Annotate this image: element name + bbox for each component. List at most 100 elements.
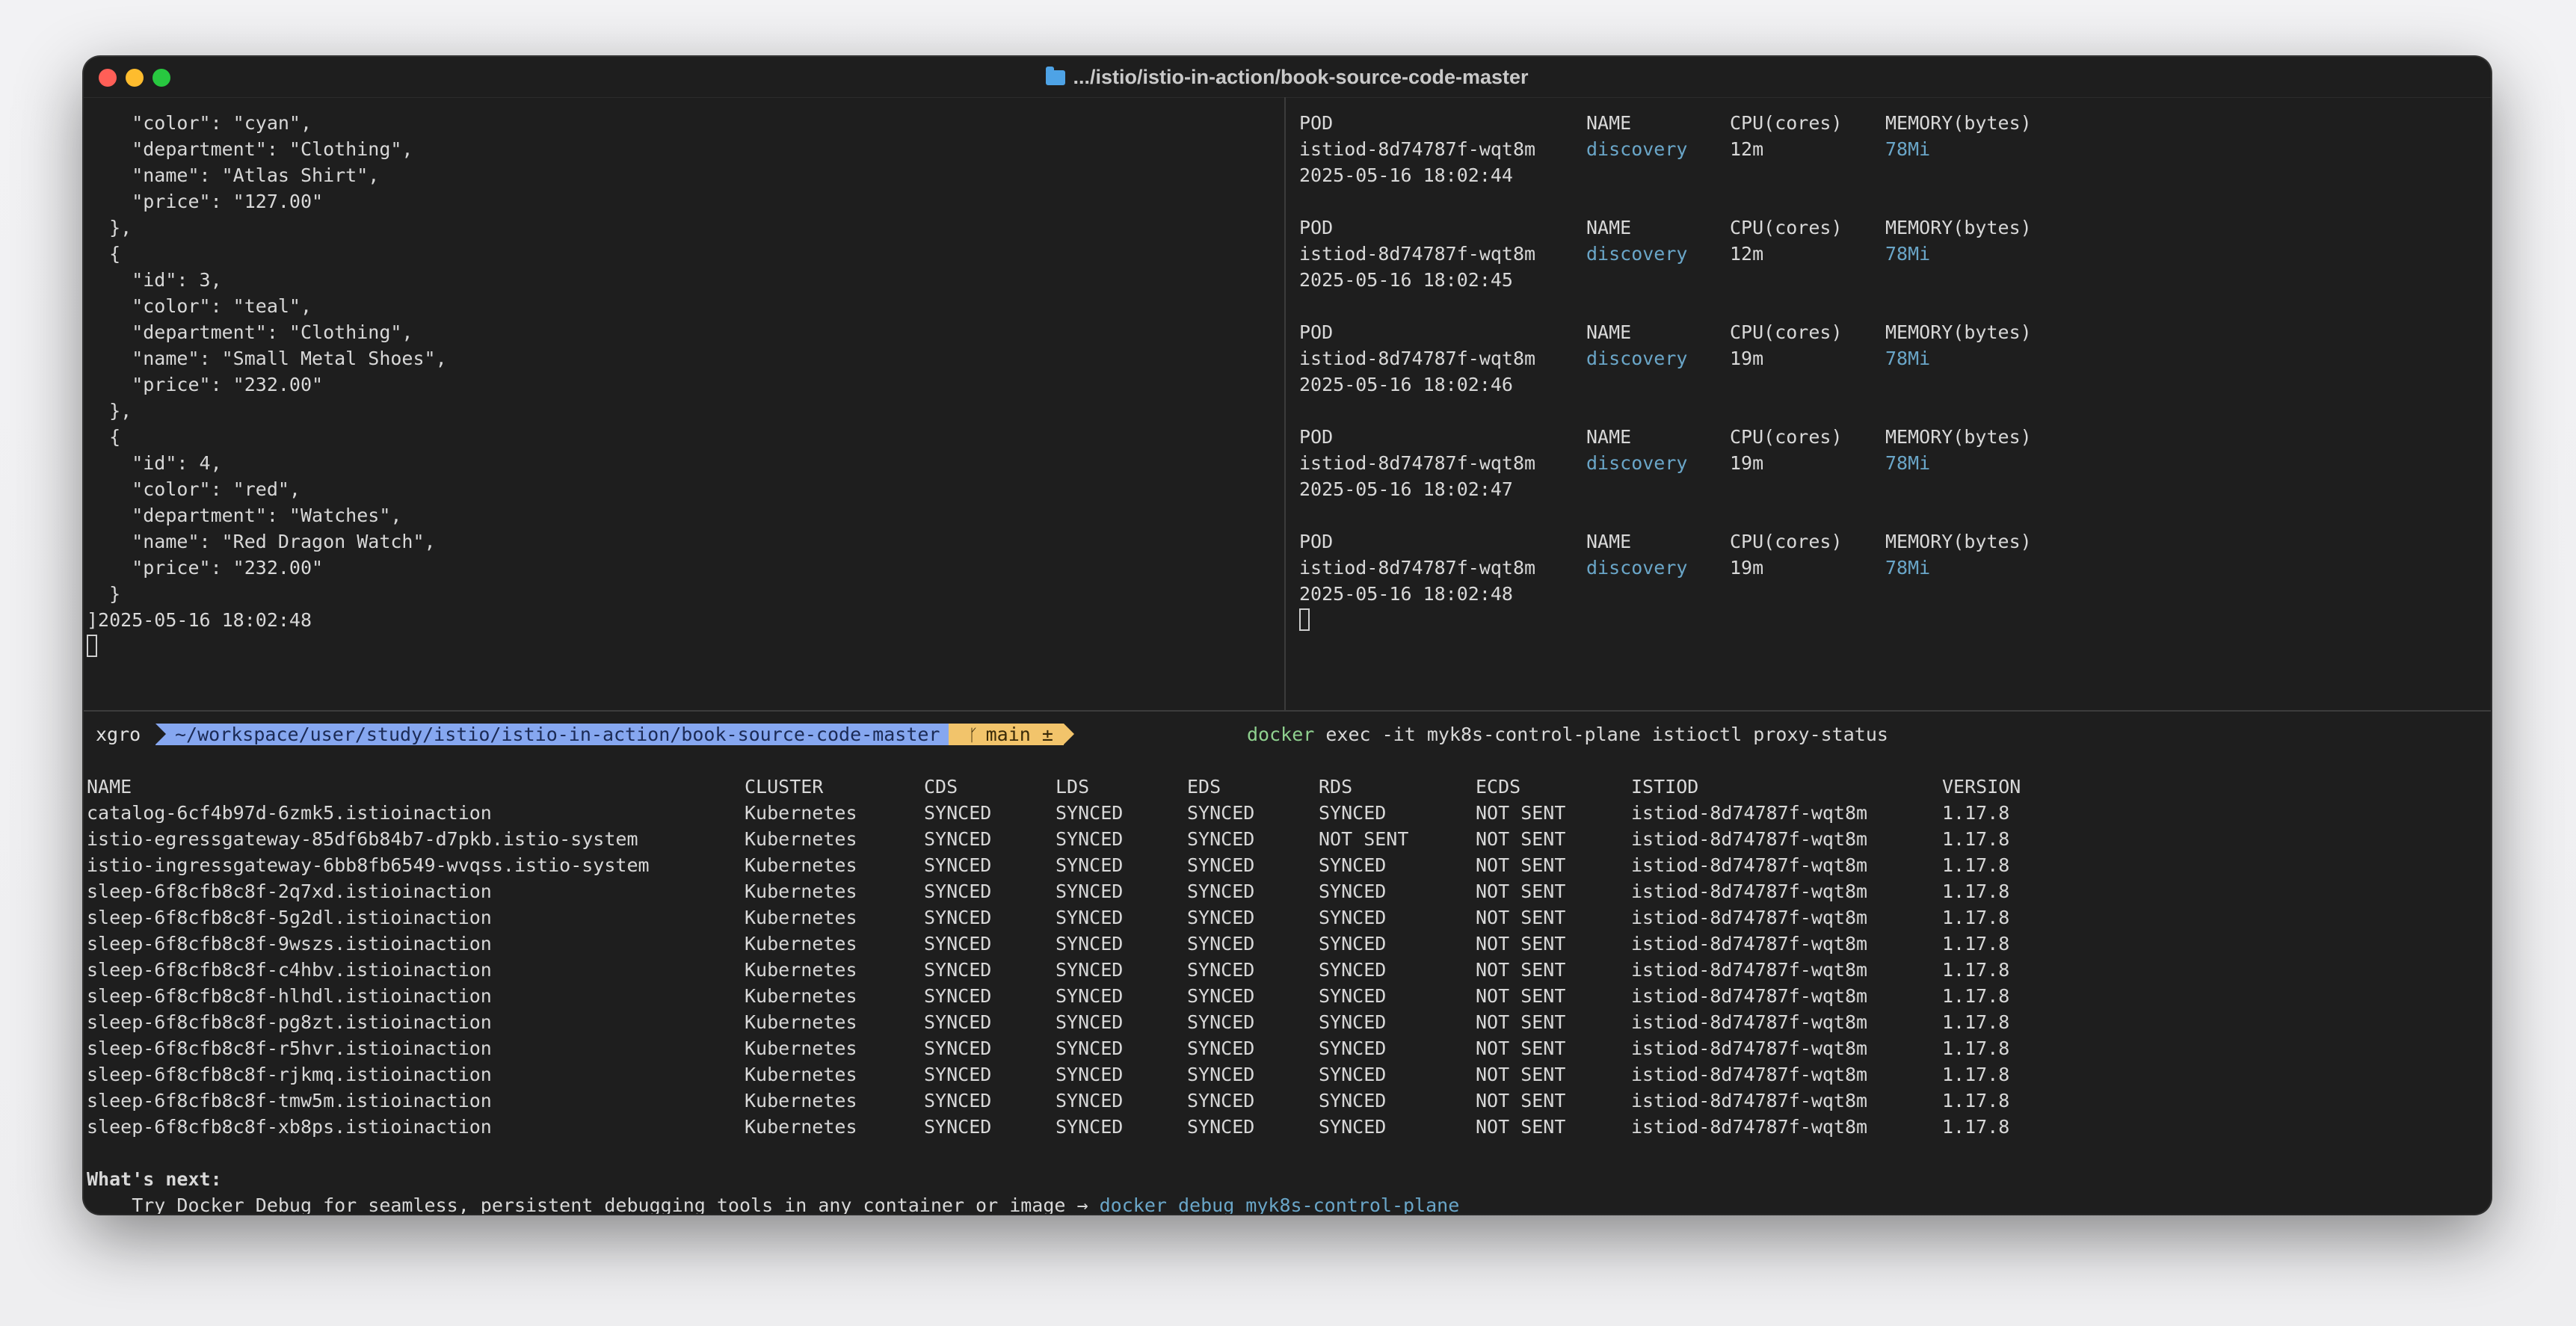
memory-value: 78Mi bbox=[1885, 348, 1931, 369]
cell-eds: SYNCED bbox=[1187, 907, 1255, 928]
cell-cluster: Kubernetes bbox=[745, 1037, 857, 1059]
name-header: NAME bbox=[1586, 217, 1632, 238]
timestamp: 2025-05-16 18:02:45 bbox=[1299, 269, 1513, 291]
cell-eds: SYNCED bbox=[1187, 985, 1255, 1007]
cell-eds: SYNCED bbox=[1187, 1064, 1255, 1085]
command-args: exec -it myk8s-control-plane istioctl pr… bbox=[1314, 724, 1888, 745]
cell-name: sleep-6f8cfb8c8f-tmw5m.istioinaction bbox=[87, 1090, 492, 1111]
timestamp: 2025-05-16 18:02:44 bbox=[1299, 164, 1513, 186]
cell-cds: SYNCED bbox=[924, 907, 992, 928]
container-name: discovery bbox=[1586, 452, 1688, 474]
name-header: NAME bbox=[1586, 112, 1632, 134]
container-name: discovery bbox=[1586, 348, 1688, 369]
git-branch-icon: ᚴ bbox=[968, 727, 979, 745]
cell-lds: SYNCED bbox=[1056, 1037, 1124, 1059]
timestamp: 2025-05-16 18:02:48 bbox=[1299, 583, 1513, 605]
cell-version: 1.17.8 bbox=[1942, 985, 2010, 1007]
branch-label: main ± bbox=[985, 724, 1053, 745]
timestamp: 2025-05-16 18:02:46 bbox=[1299, 374, 1513, 395]
output-line: "department": "Clothing", bbox=[87, 138, 413, 160]
cursor-line bbox=[87, 633, 97, 659]
command-line[interactable]: docker exec -it myk8s-control-plane isti… bbox=[1247, 721, 1888, 747]
cell-eds: SYNCED bbox=[1187, 1116, 1255, 1138]
output-line: { bbox=[87, 243, 121, 265]
cell-version: 1.17.8 bbox=[1942, 1116, 2010, 1138]
cell-rds: SYNCED bbox=[1319, 933, 1387, 955]
cell-istiod: istiod-8d74787f-wqt8m bbox=[1631, 881, 1868, 902]
cell-ecds: NOT SENT bbox=[1476, 828, 1566, 850]
cpu-header: CPU(cores) bbox=[1730, 531, 1843, 552]
cell-version: 1.17.8 bbox=[1942, 1064, 2010, 1085]
table-row: sleep-6f8cfb8c8f-tmw5m.istioinaction Kube… bbox=[84, 1088, 2491, 1114]
memory-header: MEMORY(bytes) bbox=[1885, 217, 2032, 238]
cell-eds: SYNCED bbox=[1187, 1011, 1255, 1033]
output-line: "id": 4, bbox=[87, 452, 222, 474]
cell-istiod: istiod-8d74787f-wqt8m bbox=[1631, 959, 1868, 981]
left-terminal-pane[interactable]: "color": "cyan", "department": "Clothing… bbox=[84, 97, 1284, 710]
column-header-cluster: CLUSTER bbox=[745, 776, 824, 798]
output-line: }, bbox=[87, 217, 132, 238]
name-header: NAME bbox=[1586, 531, 1632, 552]
table-row: sleep-6f8cfb8c8f-9wszs.istioinaction Kube… bbox=[84, 931, 2491, 957]
table-row: sleep-6f8cfb8c8f-c4hbv.istioinaction Kube… bbox=[84, 957, 2491, 983]
pod-name: istiod-8d74787f-wqt8m bbox=[1299, 452, 1536, 474]
window-title-text: .../istio/istio-in-action/book-source-co… bbox=[1073, 66, 1529, 88]
cell-name: sleep-6f8cfb8c8f-r5hvr.istioinaction bbox=[87, 1037, 492, 1059]
cell-ecds: NOT SENT bbox=[1476, 1064, 1566, 1085]
terminal-window: .../istio/istio-in-action/book-source-co… bbox=[84, 57, 2491, 1214]
cell-cds: SYNCED bbox=[924, 933, 992, 955]
bottom-terminal-pane[interactable]: xgro ~/workspace/user/study/istio/istio-i… bbox=[84, 712, 2491, 1214]
output-line: { bbox=[87, 426, 121, 448]
cell-lds: SYNCED bbox=[1056, 1116, 1124, 1138]
cell-cluster: Kubernetes bbox=[745, 828, 857, 850]
cell-name: istio-ingressgateway-6bb8fb6549-wvqss.is… bbox=[87, 854, 650, 876]
right-terminal-pane[interactable]: POD NAME CPU(cores) MEMORY(bytes) istiod-8d7… bbox=[1287, 97, 2491, 710]
pod-header: POD bbox=[1299, 321, 1334, 343]
cell-rds: SYNCED bbox=[1319, 1011, 1387, 1033]
cell-eds: SYNCED bbox=[1187, 933, 1255, 955]
pane-divider-vertical[interactable] bbox=[1284, 97, 1286, 710]
cell-ecds: NOT SENT bbox=[1476, 881, 1566, 902]
pod-name: istiod-8d74787f-wqt8m bbox=[1299, 138, 1536, 160]
cell-eds: SYNCED bbox=[1187, 1037, 1255, 1059]
whats-next-heading: What's next: bbox=[87, 1168, 222, 1190]
output-line: ]2025-05-16 18:02:48 bbox=[87, 609, 312, 631]
column-header-rds: RDS bbox=[1319, 776, 1353, 798]
cell-rds: SYNCED bbox=[1319, 907, 1387, 928]
memory-value: 78Mi bbox=[1885, 138, 1931, 160]
cpu-value: 12m bbox=[1730, 138, 1764, 160]
prompt-branch: ᚴ main ± bbox=[949, 724, 1074, 745]
cell-cds: SYNCED bbox=[924, 959, 992, 981]
cell-name: sleep-6f8cfb8c8f-xb8ps.istioinaction bbox=[87, 1116, 492, 1138]
cell-istiod: istiod-8d74787f-wqt8m bbox=[1631, 933, 1868, 955]
cpu-header: CPU(cores) bbox=[1730, 321, 1843, 343]
cell-name: sleep-6f8cfb8c8f-2q7xd.istioinaction bbox=[87, 881, 492, 902]
column-header-istiod: ISTIOD bbox=[1631, 776, 1699, 798]
title-bar: .../istio/istio-in-action/book-source-co… bbox=[84, 57, 2491, 98]
cell-lds: SYNCED bbox=[1056, 1011, 1124, 1033]
cell-rds: SYNCED bbox=[1319, 854, 1387, 876]
cell-eds: SYNCED bbox=[1187, 802, 1255, 824]
cell-istiod: istiod-8d74787f-wqt8m bbox=[1631, 1011, 1868, 1033]
cell-rds: SYNCED bbox=[1319, 802, 1387, 824]
cell-rds: SYNCED bbox=[1319, 985, 1387, 1007]
cell-name: sleep-6f8cfb8c8f-c4hbv.istioinaction bbox=[87, 959, 492, 981]
cell-version: 1.17.8 bbox=[1942, 1037, 2010, 1059]
table-row: sleep-6f8cfb8c8f-2q7xd.istioinaction Kube… bbox=[84, 878, 2491, 904]
memory-header: MEMORY(bytes) bbox=[1885, 426, 2032, 448]
cell-ecds: NOT SENT bbox=[1476, 1090, 1566, 1111]
column-header-name: NAME bbox=[87, 776, 132, 798]
memory-header: MEMORY(bytes) bbox=[1885, 112, 2032, 134]
cursor-line bbox=[1299, 607, 1310, 633]
cell-cds: SYNCED bbox=[924, 828, 992, 850]
cell-cluster: Kubernetes bbox=[745, 802, 857, 824]
whats-next-tip: Try Docker Debug for seamless, persisten… bbox=[87, 1192, 1459, 1214]
name-header: NAME bbox=[1586, 321, 1632, 343]
name-header: NAME bbox=[1586, 426, 1632, 448]
cell-lds: SYNCED bbox=[1056, 881, 1124, 902]
cell-istiod: istiod-8d74787f-wqt8m bbox=[1631, 802, 1868, 824]
container-name: discovery bbox=[1586, 243, 1688, 265]
cell-name: istio-egressgateway-85df6b84b7-d7pkb.ist… bbox=[87, 828, 638, 850]
cpu-header: CPU(cores) bbox=[1730, 112, 1843, 134]
cell-lds: SYNCED bbox=[1056, 802, 1124, 824]
